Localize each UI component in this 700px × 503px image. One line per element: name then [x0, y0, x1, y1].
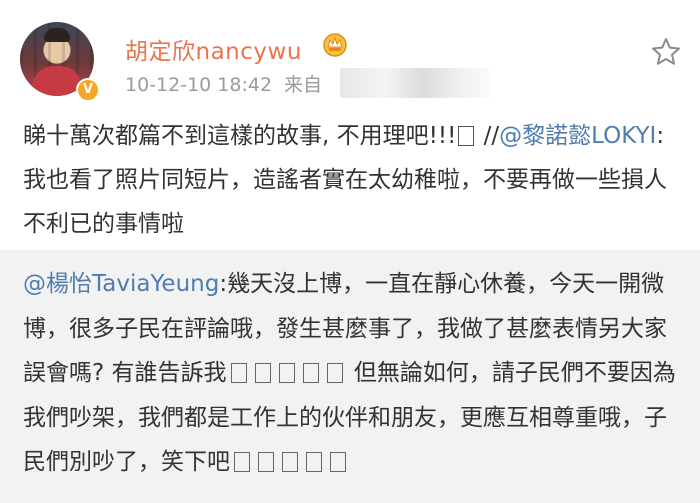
- repost-body: @楊怡TaviaYeung:幾天沒上博，一直在靜心休養，今天一開微博，很多子民在…: [23, 262, 683, 485]
- repost-mention-link[interactable]: @楊怡TaviaYeung: [23, 271, 219, 297]
- avatar-dress: [32, 66, 82, 96]
- star-icon[interactable]: [650, 36, 682, 68]
- mention-link[interactable]: @黎諾懿LOKYI: [499, 123, 656, 149]
- emoji-placeholder: [326, 363, 343, 383]
- verified-icon: V: [76, 78, 100, 102]
- emoji-placeholder: [254, 363, 271, 383]
- emoji-placeholder: [330, 452, 346, 472]
- author-name[interactable]: 胡定欣nancywu: [125, 32, 302, 66]
- repost-block[interactable]: @楊怡TaviaYeung:幾天沒上博，一直在靜心休養，今天一開微博，很多子民在…: [0, 250, 700, 503]
- emoji-placeholder: [306, 452, 322, 472]
- post-header: V 胡定欣nancywu 10-12-10 18:42 来自: [0, 0, 700, 112]
- avatar-headdress: [44, 28, 70, 42]
- emoji-placeholder: [258, 452, 274, 472]
- source-label: 来自: [284, 74, 323, 96]
- emoji-placeholder: [458, 126, 475, 146]
- emoji-placeholder: [230, 363, 247, 383]
- post-meta: 10-12-10 18:42 来自: [125, 70, 322, 97]
- vip-crown-icon: [323, 33, 347, 57]
- repost-separator: //: [476, 123, 500, 149]
- post-text: 睇十萬次都篇不到這樣的故事, 不用理吧!!!: [23, 123, 457, 149]
- emoji-placeholder: [234, 452, 250, 472]
- blurred-source: [340, 68, 490, 98]
- timestamp: 10-12-10 18:42: [125, 74, 273, 96]
- emoji-placeholder: [302, 363, 319, 383]
- emoji-placeholder: [278, 363, 295, 383]
- emoji-placeholder: [282, 452, 298, 472]
- post-body: 睇十萬次都篇不到這樣的故事, 不用理吧!!! //@黎諾懿LOKYI:我也看了照…: [23, 114, 683, 246]
